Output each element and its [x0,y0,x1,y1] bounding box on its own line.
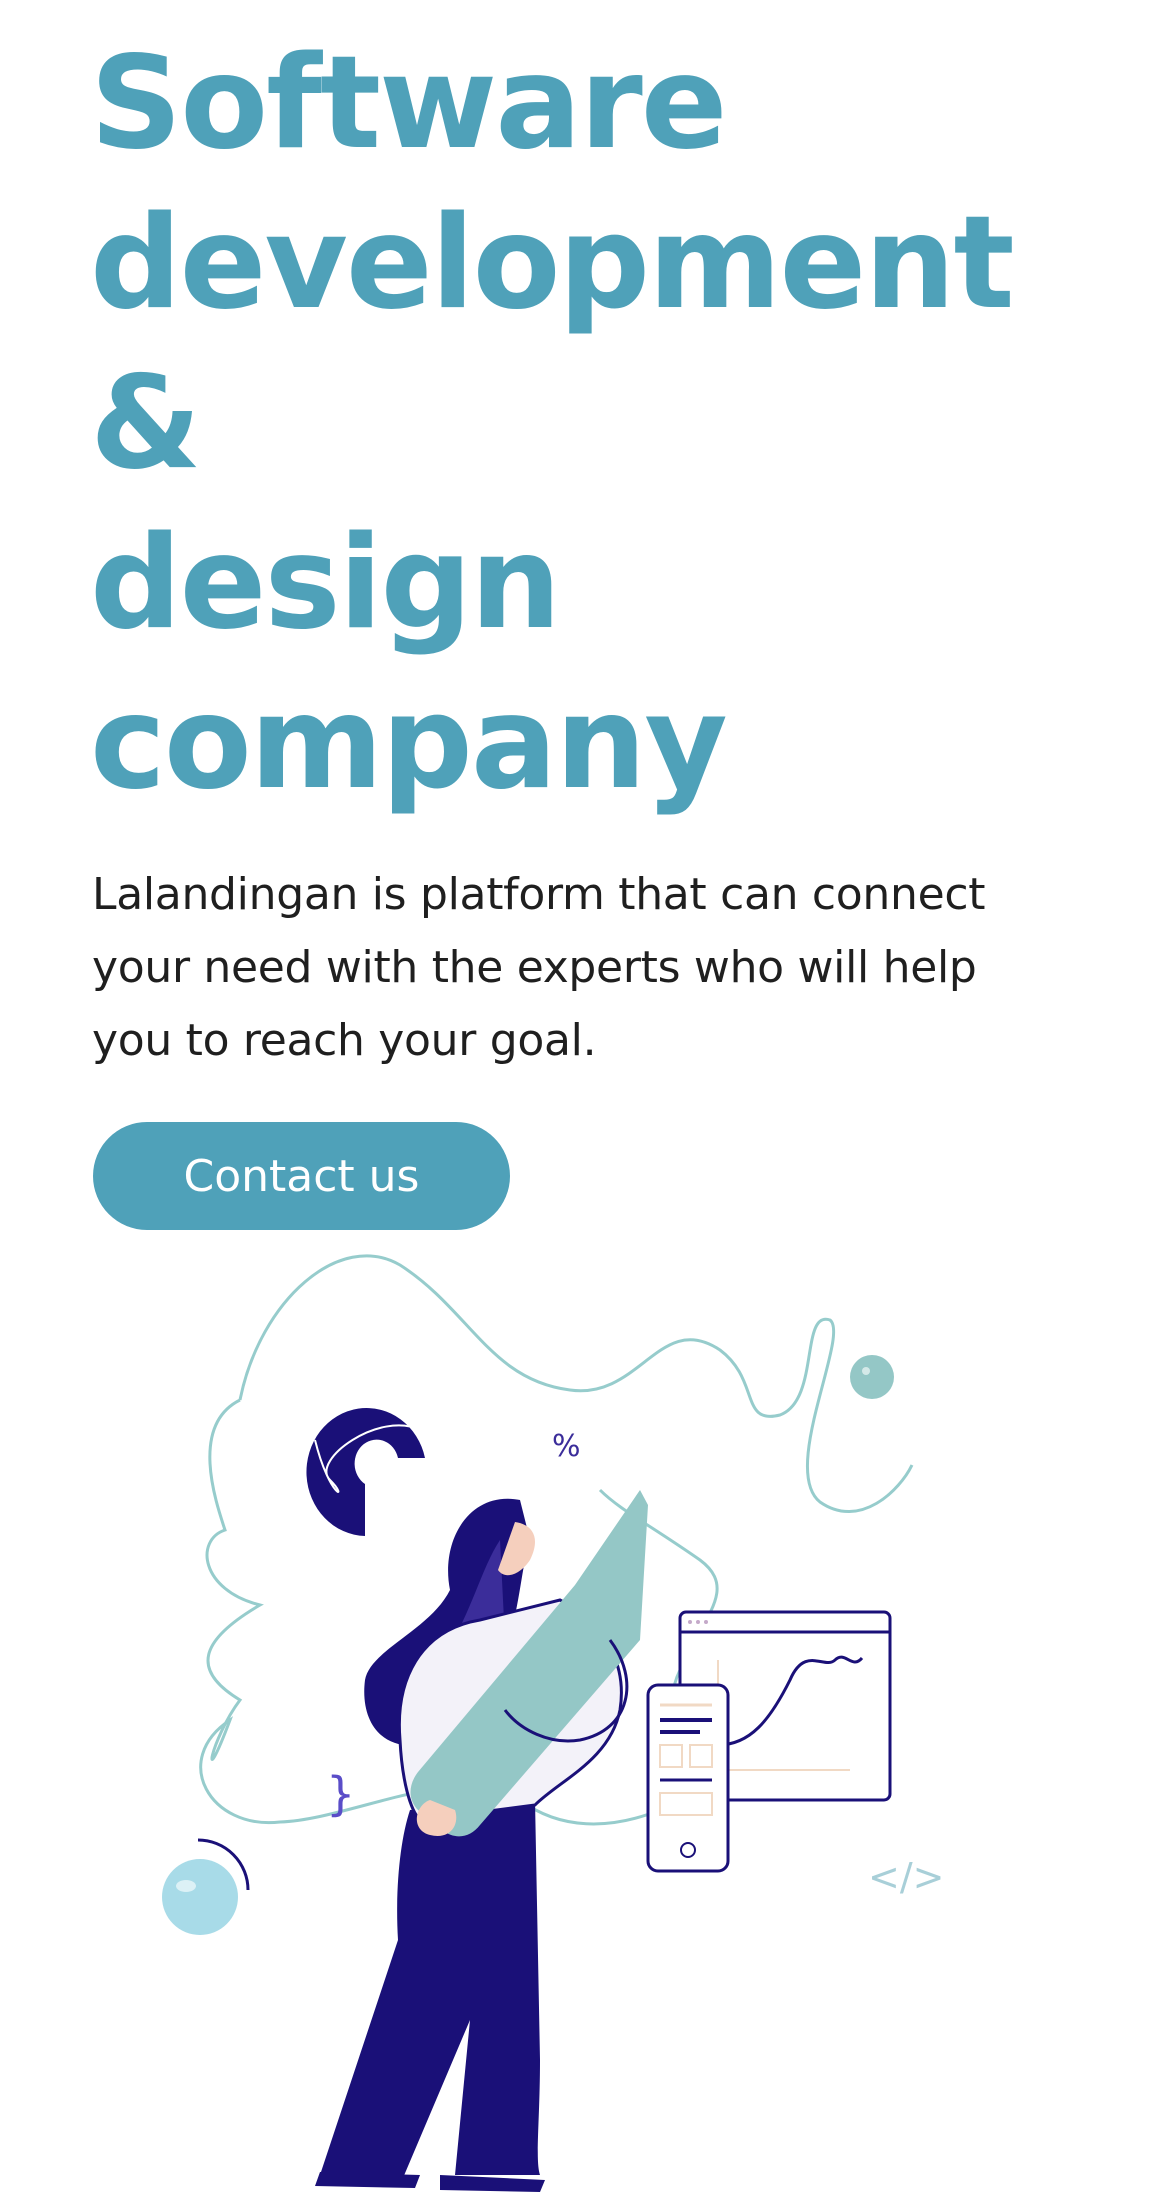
woman-legs-shape [320,1800,540,2185]
c-shape [306,1408,425,1536]
hero-title-line-1: Software [90,29,728,178]
brace-symbol: } [326,1767,355,1821]
contact-us-label: Contact us [183,1150,420,1202]
light-blue-ball-shape [162,1859,238,1935]
developer-illustration: % } </> [162,1254,944,2192]
hero-title-line-4: design [90,509,561,658]
phone-shape [646,1683,730,1873]
hero-title-line-3: & [90,349,202,498]
code-symbol: </> [868,1855,944,1899]
hero-title: Software development & design company [90,24,1090,824]
teal-dot-shape [850,1355,894,1399]
percent-symbol: % [552,1429,581,1464]
hero-title-line-2: development [90,189,1015,338]
contact-us-button[interactable]: Contact us [93,1122,510,1230]
hero-description: Lalandingan is platform that can connect… [92,869,986,1066]
hero-title-line-5: company [90,669,728,818]
